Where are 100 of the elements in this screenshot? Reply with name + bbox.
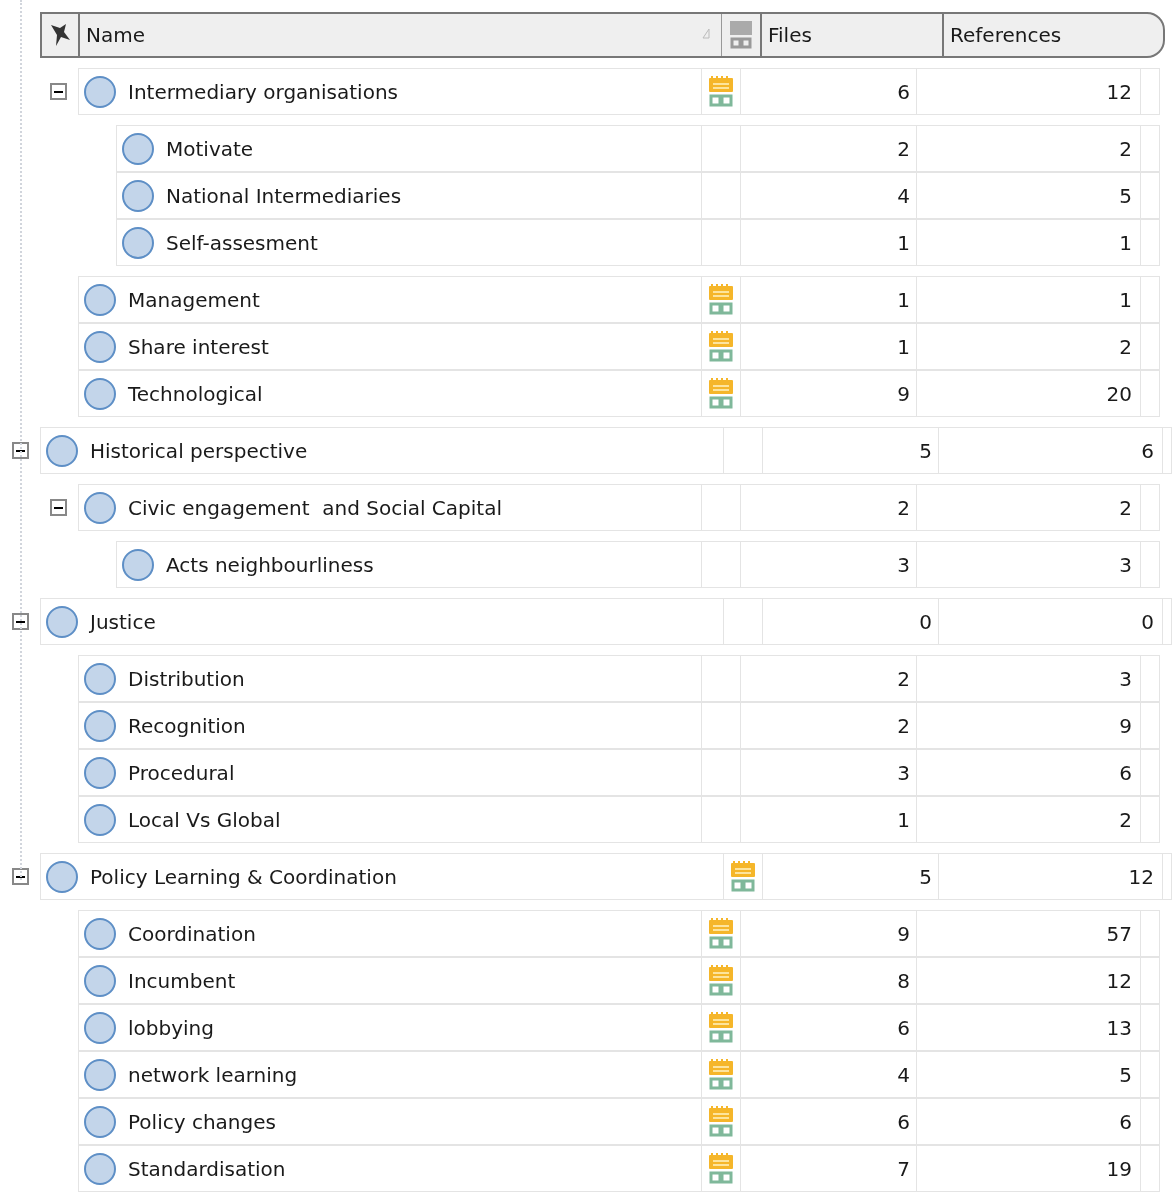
references-column-header[interactable]: References: [944, 14, 1163, 56]
node-row[interactable]: Motivate 2 2: [116, 125, 1160, 172]
node-row[interactable]: Incumbent 8 12: [78, 957, 1160, 1004]
node-row[interactable]: Local Vs Global 1 2: [78, 796, 1160, 843]
references-count: 12: [917, 958, 1141, 1003]
node-name: National Intermediaries: [166, 182, 402, 210]
files-count: 2: [741, 703, 917, 748]
files-column-header[interactable]: Files: [762, 14, 944, 56]
node-name: Standardisation: [128, 1155, 286, 1183]
node-name: Management: [128, 286, 260, 314]
node-row[interactable]: Self-assesment 1 1: [116, 219, 1160, 266]
node-circle-icon: [44, 432, 80, 469]
files-count: 6: [741, 69, 917, 114]
files-count: 4: [741, 173, 917, 218]
references-count: 2: [917, 485, 1141, 530]
collapse-toggle[interactable]: [50, 499, 67, 516]
node-row[interactable]: Justice 0 0: [40, 598, 1172, 645]
node-row[interactable]: Intermediary organisations 6 12: [78, 68, 1160, 115]
name-column-header[interactable]: Name: [80, 14, 722, 56]
node-row[interactable]: Recognition 2 9: [78, 702, 1160, 749]
files-count: 5: [763, 854, 939, 899]
node-row[interactable]: Policy Learning & Coordination 5 12: [40, 853, 1172, 900]
node-name: Historical perspective: [90, 437, 308, 465]
references-count: 12: [917, 69, 1141, 114]
node-row[interactable]: Historical perspective 5 6: [40, 427, 1172, 474]
node-name: network learning: [128, 1061, 298, 1089]
node-row[interactable]: lobbying 6 13: [78, 1004, 1160, 1051]
references-count: 12: [939, 854, 1163, 899]
node-circle-icon: [82, 73, 118, 110]
references-count: 2: [917, 797, 1141, 842]
pin-icon: [48, 22, 72, 48]
node-name: Technological: [128, 380, 263, 408]
node-circle-icon: [120, 224, 156, 261]
node-circle-icon: [82, 375, 118, 412]
references-count: 3: [917, 542, 1141, 587]
sort-indicator-icon: [701, 28, 711, 40]
node-circle-icon: [82, 801, 118, 838]
node-name: Policy changes: [128, 1108, 276, 1136]
node-name: Share interest: [128, 333, 269, 361]
node-row[interactable]: Coordination 9 57: [78, 910, 1160, 957]
files-count: 6: [741, 1005, 917, 1050]
node-row[interactable]: Distribution 2 3: [78, 655, 1160, 702]
references-count: 2: [917, 324, 1141, 369]
node-circle-icon: [82, 962, 118, 999]
node-name: Policy Learning & Coordination: [90, 863, 397, 891]
references-count: 5: [917, 1052, 1141, 1097]
files-count: 1: [741, 220, 917, 265]
memo-link-icon: [727, 18, 755, 52]
node-name: Incumbent: [128, 967, 236, 995]
node-row[interactable]: Acts neighbourliness 3 3: [116, 541, 1160, 588]
node-row[interactable]: Civic engagement and Social Capital 2 2: [78, 484, 1160, 531]
files-count: 7: [741, 1146, 917, 1191]
references-count: 2: [917, 126, 1141, 171]
node-row[interactable]: network learning 4 5: [78, 1051, 1160, 1098]
node-circle-icon: [120, 130, 156, 167]
files-count: 2: [741, 485, 917, 530]
node-name: Self-assesment: [166, 229, 318, 257]
files-count: 2: [741, 126, 917, 171]
node-circle-icon: [82, 1009, 118, 1046]
node-row[interactable]: Policy changes 6 6: [78, 1098, 1160, 1145]
files-count: 9: [741, 371, 917, 416]
node-row[interactable]: National Intermediaries 4 5: [116, 172, 1160, 219]
node-name: Motivate: [166, 135, 254, 163]
collapse-toggle[interactable]: [12, 613, 29, 630]
references-count: 1: [917, 277, 1141, 322]
collapse-toggle[interactable]: [12, 442, 29, 459]
references-count: 3: [917, 656, 1141, 701]
node-row[interactable]: Standardisation 7 19: [78, 1145, 1160, 1192]
node-row[interactable]: Management 1 1: [78, 276, 1160, 323]
references-count: 6: [939, 428, 1163, 473]
references-count: 13: [917, 1005, 1141, 1050]
collapse-toggle[interactable]: [12, 868, 29, 885]
node-circle-icon: [82, 1150, 118, 1187]
collapse-toggle[interactable]: [50, 83, 67, 100]
node-name: Intermediary organisations: [128, 78, 398, 106]
node-circle-icon: [82, 328, 118, 365]
files-count: 5: [763, 428, 939, 473]
node-circle-icon: [44, 858, 80, 895]
node-row[interactable]: Share interest 1 2: [78, 323, 1160, 370]
node-name: Justice: [90, 608, 156, 636]
references-count: 1: [917, 220, 1141, 265]
node-circle-icon: [120, 177, 156, 214]
references-count: 20: [917, 371, 1141, 416]
node-row[interactable]: Technological 9 20: [78, 370, 1160, 417]
files-count: 1: [741, 277, 917, 322]
node-name: lobbying: [128, 1014, 214, 1042]
node-circle-icon: [82, 1056, 118, 1093]
files-count: 3: [741, 750, 917, 795]
node-name: Recognition: [128, 712, 246, 740]
references-count: 9: [917, 703, 1141, 748]
files-count: 1: [741, 324, 917, 369]
references-count: 6: [917, 750, 1141, 795]
files-count: 1: [741, 797, 917, 842]
references-count: 6: [917, 1099, 1141, 1144]
node-name: Local Vs Global: [128, 806, 281, 834]
node-circle-icon: [82, 754, 118, 791]
node-row[interactable]: Procedural 3 6: [78, 749, 1160, 796]
files-count: 6: [741, 1099, 917, 1144]
node-circle-icon: [82, 915, 118, 952]
files-count: 3: [741, 542, 917, 587]
